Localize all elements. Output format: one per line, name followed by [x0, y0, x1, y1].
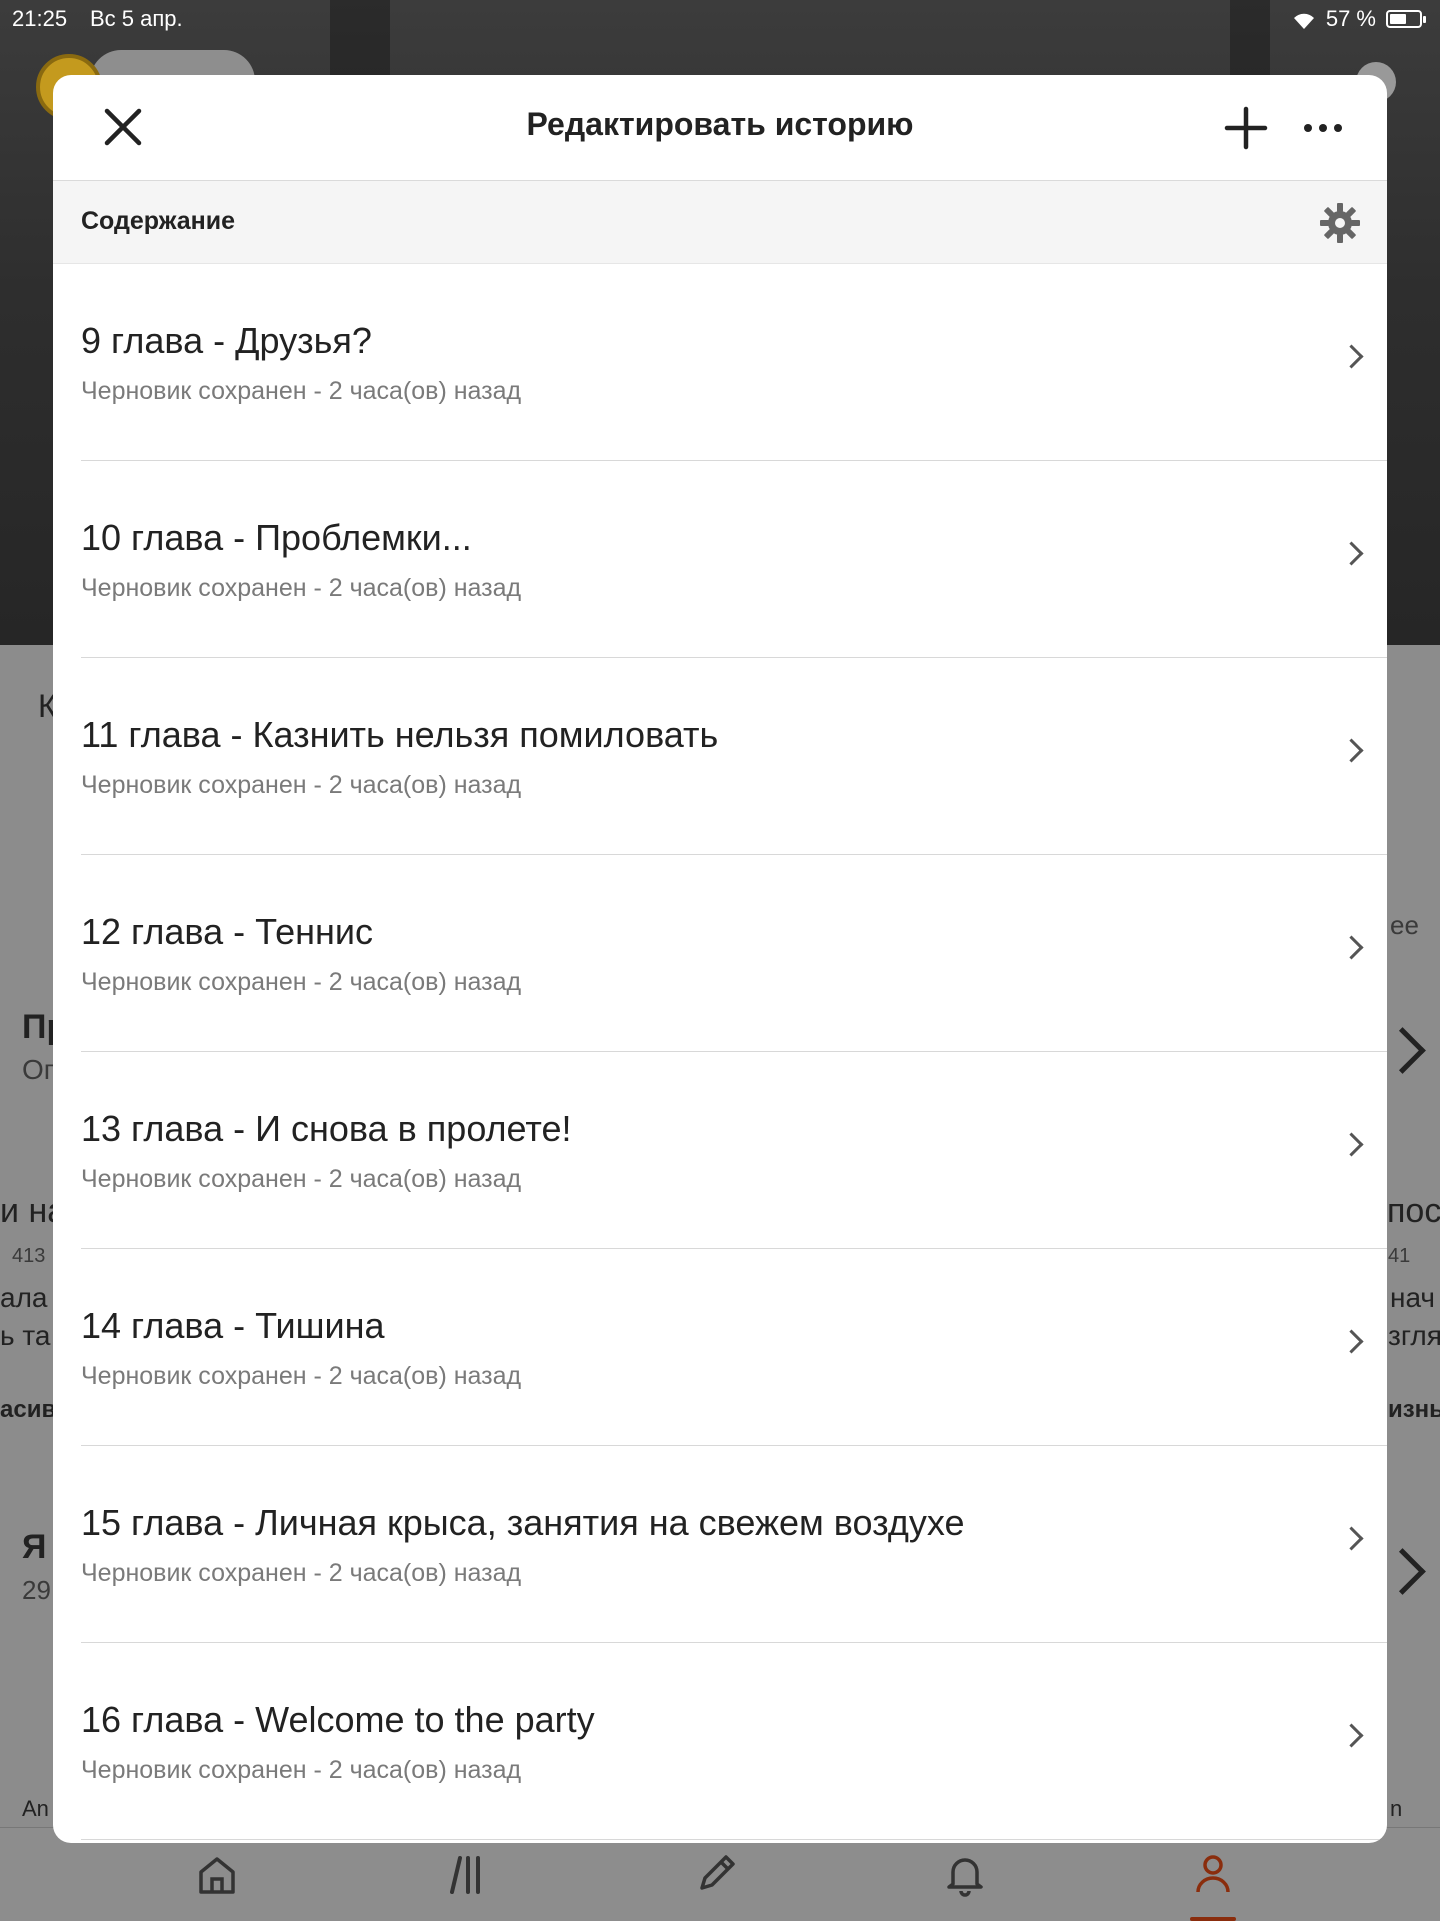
part-title: 9 глава - Друзья? [81, 320, 372, 361]
contents-section-header: Содержание [53, 181, 1387, 264]
battery-level [1390, 14, 1406, 24]
part-draft-status: Черновик сохранен - 2 часа(ов) назад [81, 1362, 522, 1390]
part-title: 15 глава - Личная крыса, занятия на свеж… [81, 1502, 965, 1543]
chevron-right-icon [1339, 738, 1364, 763]
chevron-right-icon [1339, 1526, 1364, 1551]
active-tab-indicator [1190, 1917, 1236, 1921]
pencil-icon[interactable] [692, 1850, 740, 1898]
bg-text-fragment: ь та [0, 1320, 51, 1351]
library-icon[interactable] [444, 1850, 492, 1898]
part-draft-status: Черновик сохранен - 2 часа(ов) назад [81, 771, 522, 799]
part-row[interactable]: 11 глава - Казнить нельзя помиловать Черн… [81, 658, 1387, 855]
part-row[interactable]: 14 глава - Тишина Черновик сохранен - 2 ч… [81, 1249, 1387, 1446]
part-draft-status: Черновик сохранен - 2 часа(ов) назад [81, 574, 522, 602]
part-title: 11 глава - Казнить нельзя помиловать [81, 714, 719, 755]
part-draft-status: Черновик сохранен - 2 часа(ов) назад [81, 1165, 522, 1193]
part-title: 12 глава - Теннис [81, 911, 374, 952]
bg-text-fragment: 413 [12, 1245, 46, 1267]
bg-text-fragment: посл [1387, 1192, 1440, 1230]
bell-icon[interactable] [941, 1850, 989, 1898]
part-title: 10 глава - Проблемки... [81, 517, 472, 558]
chevron-right-icon [1339, 1132, 1364, 1157]
part-row[interactable]: 15 глава - Личная крыса, занятия на свеж… [81, 1446, 1387, 1643]
bg-text-fragment: згля [1388, 1320, 1440, 1351]
bg-text-fragment: ее [1390, 910, 1419, 940]
battery-icon [1386, 10, 1426, 28]
battery-percent: 57 % [1325, 6, 1376, 31]
part-row[interactable]: 16 глава - Welcome to the party Черновик … [81, 1643, 1387, 1840]
modal-title: Редактировать историю [526, 106, 914, 142]
bg-text-fragment: 29 [22, 1575, 51, 1605]
plus-icon[interactable] [1223, 105, 1269, 151]
bg-text-fragment: Ог [22, 1054, 54, 1085]
status-time: 21:25 [12, 6, 68, 31]
chevron-right-icon [1339, 1329, 1364, 1354]
part-row[interactable]: 12 глава - Теннис Черновик сохранен - 2 ч… [81, 855, 1387, 1052]
gear-icon[interactable] [1319, 202, 1361, 244]
part-row[interactable]: 10 глава - Проблемки... Черновик сохранен… [81, 461, 1387, 658]
bg-text-fragment: n [1390, 1796, 1403, 1821]
part-draft-status: Черновик сохранен - 2 часа(ов) назад [81, 377, 522, 405]
status-date: Вс 5 апр. [90, 6, 183, 31]
bg-text-fragment: изнь [1388, 1396, 1440, 1423]
chevron-right-icon [1339, 935, 1364, 960]
modal-header: Редактировать историю [53, 75, 1387, 181]
profile-icon[interactable] [1189, 1850, 1237, 1898]
ellipsis-icon[interactable] [1301, 111, 1345, 145]
wifi-icon [1292, 10, 1316, 29]
bg-text-fragment: асив [0, 1396, 57, 1423]
section-title: Содержание [81, 207, 236, 235]
part-draft-status: Черновик сохранен - 2 часа(ов) назад [81, 1559, 522, 1587]
part-row[interactable]: 9 глава - Друзья? Черновик сохранен - 2 ч… [81, 264, 1387, 461]
part-draft-status: Черновик сохранен - 2 часа(ов) назад [81, 1756, 522, 1784]
part-title: 14 глава - Тишина [81, 1305, 385, 1346]
chevron-right-icon [1339, 541, 1364, 566]
part-title: 16 глава - Welcome to the party [81, 1699, 595, 1740]
bg-text-fragment: 41 [1388, 1245, 1411, 1267]
home-icon[interactable] [193, 1850, 241, 1898]
bg-text-fragment: Я [22, 1528, 47, 1566]
bg-text-fragment: An [22, 1796, 49, 1821]
edit-story-modal: Редактировать историю Содержание 9 глава… [53, 75, 1387, 1843]
chevron-right-icon [1339, 1723, 1364, 1748]
bg-text-fragment: нач [1390, 1282, 1436, 1313]
part-title: 13 глава - И снова в пролете! [81, 1108, 572, 1149]
status-indicators: 57 % [1292, 6, 1426, 32]
status-bar: 21:25 Вс 5 апр. 57 % [0, 0, 1440, 38]
part-row[interactable]: 13 глава - И снова в пролете! Черновик со… [81, 1052, 1387, 1249]
chevron-right-icon [1339, 344, 1364, 369]
parts-list: 9 глава - Друзья? Черновик сохранен - 2 ч… [53, 264, 1387, 1840]
part-draft-status: Черновик сохранен - 2 часа(ов) назад [81, 968, 522, 996]
